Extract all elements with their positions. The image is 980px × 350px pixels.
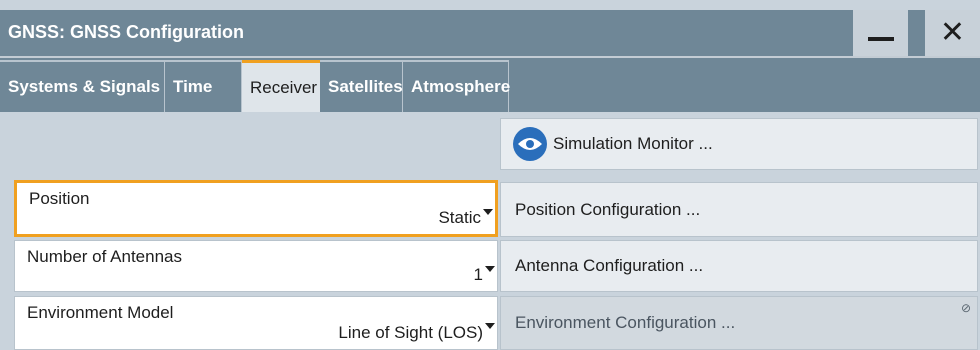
window-title: GNSS: GNSS Configuration (8, 22, 244, 42)
simulation-monitor-label: Simulation Monitor ... (553, 134, 713, 153)
antenna-configuration-label: Antenna Configuration ... (515, 256, 704, 275)
close-button[interactable]: ✕ (924, 10, 980, 56)
environment-model-value: Line of Sight (LOS) (338, 323, 483, 342)
position-select[interactable]: Position Static (14, 180, 498, 237)
disabled-status-icon: ⊘ (960, 301, 971, 315)
tab-label: Atmosphere (411, 77, 511, 96)
simulation-monitor-button[interactable]: Simulation Monitor ... (500, 118, 978, 170)
tab-label: Satellites (328, 77, 403, 96)
antenna-configuration-button[interactable]: Antenna Configuration ... (500, 240, 978, 292)
position-configuration-label: Position Configuration ... (515, 199, 701, 219)
tab-separator (0, 56, 980, 58)
chevron-down-icon (485, 266, 495, 272)
tab-time[interactable]: Time (165, 60, 242, 112)
eye-icon (513, 127, 547, 161)
tab-atmosphere[interactable]: Atmosphere (403, 60, 511, 112)
window-titlebar: GNSS: GNSS Configuration ✕ (0, 10, 980, 56)
chevron-down-icon (485, 323, 495, 329)
tab-label: Systems & Signals (8, 77, 161, 96)
position-value: Static (438, 208, 481, 227)
minimize-icon (867, 37, 894, 41)
number-of-antennas-label: Number of Antennas (27, 247, 182, 266)
minimize-button[interactable] (852, 10, 908, 56)
chevron-down-icon (483, 208, 493, 215)
close-icon: ✕ (939, 16, 966, 49)
tab-receiver[interactable]: Receiver (242, 60, 320, 112)
tab-label: Time (173, 77, 213, 96)
environment-model-label: Environment Model (27, 303, 174, 322)
tab-satellites[interactable]: Satellites (320, 60, 403, 112)
position-label: Position (29, 189, 90, 208)
tab-label: Receiver (250, 77, 318, 97)
tab-systems-signals[interactable]: Systems & Signals (0, 60, 165, 112)
number-of-antennas-select[interactable]: Number of Antennas 1 (14, 240, 498, 292)
environment-configuration-button[interactable]: Environment Configuration ... ⊘ (500, 296, 978, 350)
environment-model-select[interactable]: Environment Model Line of Sight (LOS) (14, 296, 498, 350)
position-configuration-button[interactable]: Position Configuration ... (500, 182, 978, 237)
number-of-antennas-value: 1 (473, 265, 483, 284)
environment-configuration-label: Environment Configuration ... (515, 313, 736, 332)
